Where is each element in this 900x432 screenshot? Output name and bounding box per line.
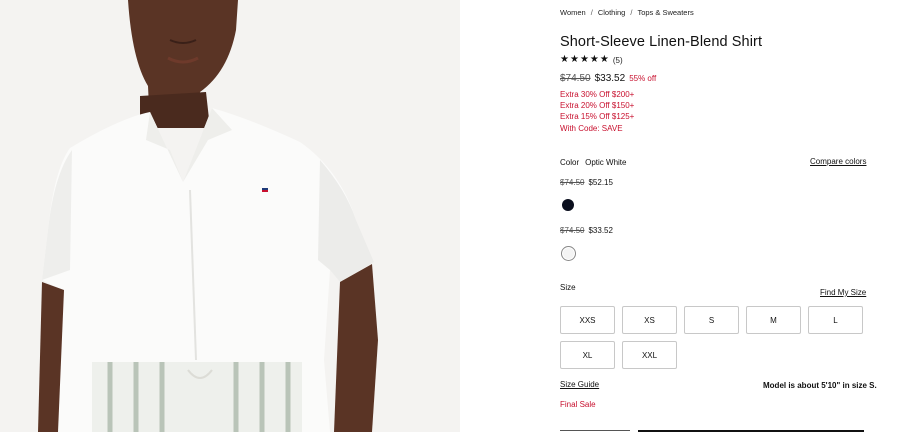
variant-original-price: $74.50 (560, 226, 585, 235)
breadcrumb-women[interactable]: Women (560, 8, 586, 17)
final-sale-label: Final Sale (560, 400, 596, 409)
star-icon: ★ (579, 54, 589, 65)
breadcrumb-separator: / (630, 8, 633, 17)
selected-color: Optic White (585, 158, 627, 167)
find-my-size-link[interactable]: Find My Size (820, 288, 866, 297)
breadcrumb-separator: / (590, 8, 593, 17)
product-image[interactable] (0, 0, 460, 432)
review-count[interactable]: (5) (613, 56, 623, 65)
variant-price: $74.50 $52.15 (560, 178, 613, 187)
discount-badge: 55% off (629, 74, 657, 83)
breadcrumb: Women / Clothing / Tops & Sweaters (560, 8, 694, 17)
variant-sale-price: $52.15 (588, 178, 613, 187)
rating[interactable]: ★ ★ ★ ★ ★ (5) (560, 55, 623, 65)
size-option-xxl[interactable]: XXL (622, 341, 677, 369)
size-option-xl[interactable]: XL (560, 341, 615, 369)
promo-list: Extra 30% Off $200+ Extra 20% Off $150+ … (560, 89, 634, 134)
color-label: Color (560, 158, 580, 167)
product-title: Short-Sleeve Linen-Blend Shirt (560, 34, 763, 50)
size-options: XXS XS S M L XL XXL (560, 306, 864, 369)
star-icon: ★ (599, 54, 609, 65)
compare-colors-link[interactable]: Compare colors (810, 157, 866, 166)
variant-price: $74.50 $33.52 (560, 226, 613, 235)
color-swatch-navy[interactable] (562, 199, 574, 211)
size-guide-link[interactable]: Size Guide (560, 380, 599, 389)
product-details-panel: Women / Clothing / Tops & Sweaters Short… (460, 0, 900, 432)
original-price: $74.50 (560, 73, 591, 84)
star-icon: ★ (569, 54, 579, 65)
size-option-m[interactable]: M (746, 306, 801, 334)
price: $74.50 $33.52 55% off (560, 73, 656, 84)
size-label: Size (560, 283, 576, 292)
model-size-note: Model is about 5'10" in size S. (763, 381, 877, 390)
promo-line: Extra 15% Off $125+ (560, 112, 635, 122)
model-photo (0, 0, 460, 432)
promo-line: Extra 20% Off $150+ (560, 101, 635, 111)
sale-price: $33.52 (594, 73, 626, 84)
star-icon: ★ (589, 54, 599, 65)
breadcrumb-tops-sweaters[interactable]: Tops & Sweaters (637, 8, 693, 17)
quantity-control-edge[interactable] (560, 430, 630, 431)
color-swatch-optic-white[interactable] (561, 246, 576, 261)
star-icon: ★ (560, 54, 569, 65)
size-option-l[interactable]: L (808, 306, 863, 334)
variant-original-price: $74.50 (560, 178, 585, 187)
breadcrumb-clothing[interactable]: Clothing (598, 8, 626, 17)
variant-sale-price: $33.52 (588, 226, 613, 235)
promo-code: With Code: SAVE (560, 123, 623, 133)
color-selection: Color Optic White (560, 158, 626, 167)
size-option-xs[interactable]: XS (622, 306, 677, 334)
size-option-xxs[interactable]: XXS (560, 306, 615, 334)
promo-line: Extra 30% Off $200+ (560, 90, 635, 99)
size-option-s[interactable]: S (684, 306, 739, 334)
